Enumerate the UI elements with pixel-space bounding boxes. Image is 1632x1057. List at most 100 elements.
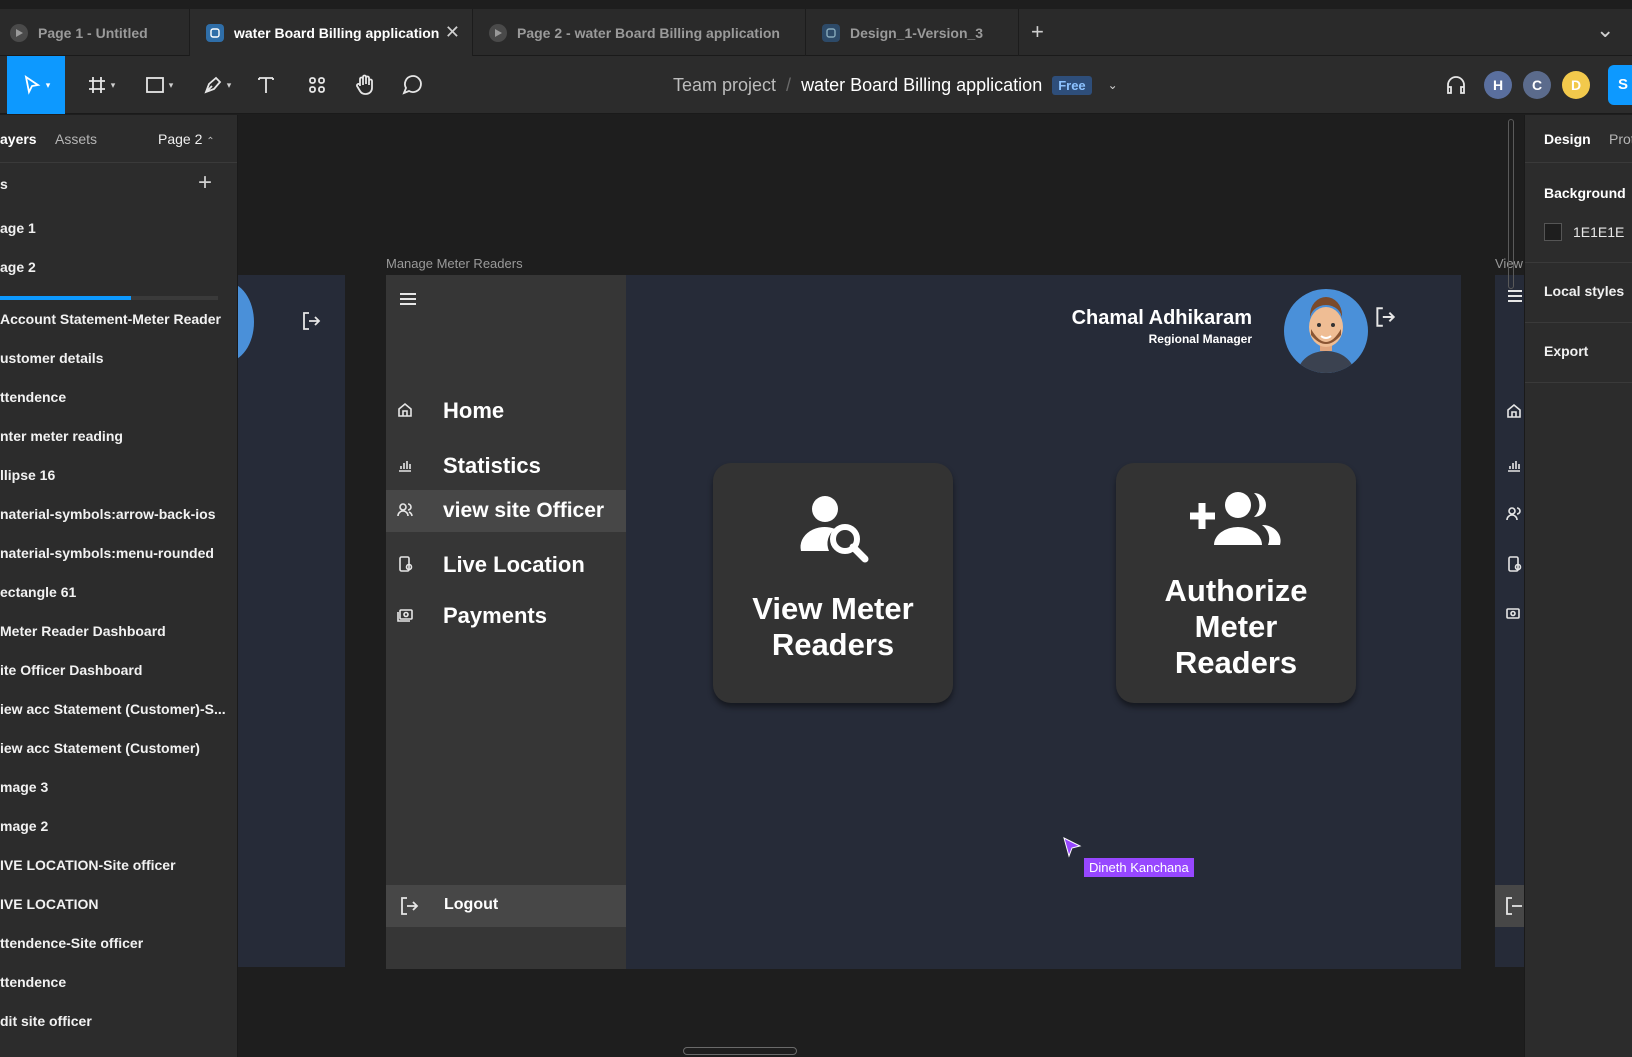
menu-hamburger-icon[interactable] — [398, 291, 418, 312]
nav-payments[interactable]: Payments — [386, 595, 626, 637]
chevron-down-icon[interactable]: ⌄ — [1108, 78, 1118, 92]
shape-tool-button[interactable]: ▾ — [138, 56, 180, 114]
play-icon — [10, 23, 28, 42]
tab-prototype[interactable]: Prot — [1609, 131, 1632, 147]
local-styles-section[interactable]: Local styles — [1525, 263, 1632, 323]
layer-item[interactable]: naterial-symbols:menu-rounded — [0, 545, 236, 561]
background-hex-input[interactable]: 1E1E1E — [1573, 224, 1624, 240]
nav-home[interactable]: Home — [386, 390, 626, 432]
card-title-line: Meter — [1194, 609, 1278, 644]
layer-item[interactable]: ustomer details — [0, 350, 236, 366]
vertical-scrollbar[interactable] — [1508, 119, 1514, 289]
share-button[interactable]: S — [1608, 65, 1632, 105]
tab-water-board-billing[interactable]: water Board Billing application ✕ — [190, 9, 473, 56]
layer-item[interactable]: IVE LOCATION-Site officer — [0, 857, 236, 873]
tab-layers[interactable]: ayers — [0, 131, 37, 147]
collaborator-avatar[interactable]: D — [1562, 71, 1590, 99]
layer-item[interactable]: IVE LOCATION — [0, 896, 236, 912]
frame-tool-button[interactable]: ▾ — [80, 56, 122, 114]
logout-icon[interactable] — [1373, 305, 1397, 334]
comment-bubble-icon — [402, 75, 422, 95]
comment-tool-button[interactable] — [398, 56, 426, 114]
horizontal-scrollbar[interactable] — [683, 1047, 797, 1055]
export-title: Export — [1544, 343, 1589, 359]
profile-role: Regional Manager — [1148, 332, 1252, 346]
breadcrumb-team[interactable]: Team project — [673, 75, 776, 96]
close-icon[interactable]: ✕ — [445, 22, 460, 43]
page-item[interactable]: age 1 — [0, 220, 36, 236]
layer-item[interactable]: ectangle 61 — [0, 584, 236, 600]
page-item[interactable]: age 2 — [0, 259, 36, 275]
properties-panel: Design Prot Background 1E1E1E Local styl… — [1524, 115, 1632, 1057]
background-swatch[interactable] — [1544, 223, 1562, 241]
main-toolbar: ▾ ▾ ▾ ▾ Team project / water Board Billi… — [0, 56, 1632, 114]
text-tool-button[interactable] — [252, 56, 280, 114]
layer-item[interactable]: ttendence-Site officer — [0, 935, 236, 951]
layer-item[interactable]: mage 3 — [0, 779, 236, 795]
logout-icon — [1506, 897, 1522, 915]
nav-statistics[interactable]: Statistics — [386, 445, 626, 487]
layer-item[interactable]: iew acc Statement (Customer) — [0, 740, 236, 756]
layer-item[interactable]: llipse 16 — [0, 467, 236, 483]
tab-page-1-untitled[interactable]: Page 1 - Untitled — [0, 9, 190, 56]
layer-item[interactable]: iew acc Statement (Customer)-S... — [0, 701, 236, 717]
add-page-plus-icon[interactable]: + — [198, 169, 212, 197]
bar-chart-icon — [396, 456, 416, 476]
nav-view-site-officer[interactable]: view site Officer — [386, 490, 626, 532]
tab-page-2-water-board[interactable]: Page 2 - water Board Billing application — [473, 9, 806, 56]
pen-tool-button[interactable]: ▾ — [196, 56, 238, 114]
nav-label: view site Officer — [443, 499, 605, 522]
view-meter-readers-card[interactable]: View Meter Readers — [713, 463, 953, 703]
collaborator-avatar[interactable]: C — [1523, 71, 1551, 99]
location-phone-icon — [1505, 555, 1523, 578]
layer-item[interactable]: Account Statement-Meter Reader — [0, 311, 236, 327]
frame-label[interactable]: Manage Meter Readers — [386, 256, 523, 271]
nav-live-location[interactable]: Live Location — [386, 544, 626, 586]
collaborator-cursor-icon — [1062, 836, 1084, 865]
file-name[interactable]: water Board Billing application — [801, 75, 1042, 96]
home-icon — [1505, 402, 1523, 425]
layer-item[interactable]: mage 2 — [0, 818, 236, 834]
background-section: Background 1E1E1E — [1525, 163, 1632, 263]
collaborator-avatar[interactable]: H — [1484, 71, 1512, 99]
nav-logout[interactable]: Logout — [386, 885, 626, 927]
tab-menu-chevron-icon[interactable]: ⌄ — [1596, 17, 1614, 43]
resources-tool-button[interactable] — [303, 56, 331, 114]
layer-item[interactable]: ite Officer Dashboard — [0, 662, 236, 678]
tab-design[interactable]: Design — [1544, 131, 1591, 147]
page-selector[interactable]: Page 2 ⌃ — [158, 131, 215, 147]
new-tab-button[interactable]: + — [1031, 19, 1044, 45]
move-tool-button[interactable]: ▾ — [7, 56, 65, 114]
headphones-icon — [1447, 76, 1465, 94]
audio-button[interactable] — [1442, 56, 1470, 114]
tab-design-1-version-3[interactable]: Design_1-Version_3 — [806, 9, 1019, 56]
card-title-line: Readers — [1174, 645, 1298, 680]
tab-assets[interactable]: Assets — [55, 131, 97, 147]
frame-grid-icon — [88, 77, 105, 93]
nav-label: Statistics — [443, 453, 541, 478]
pen-icon — [204, 76, 221, 94]
profile-name: Chamal Adhikaram — [1071, 307, 1252, 329]
export-section[interactable]: Export — [1525, 323, 1632, 383]
pages-divider-scroll[interactable] — [0, 296, 218, 300]
logout-icon — [300, 310, 322, 337]
layer-item[interactable]: dit site officer — [0, 1013, 236, 1029]
local-styles-title: Local styles — [1544, 283, 1625, 299]
design-canvas[interactable]: Manage Meter Readers View Home Statistic… — [238, 115, 1524, 1057]
hand-tool-button[interactable] — [351, 56, 379, 114]
layer-item[interactable]: ttendence — [0, 974, 236, 990]
layer-item[interactable]: naterial-symbols:arrow-back-ios — [0, 506, 236, 522]
frame-partial-right[interactable] — [1495, 275, 1524, 967]
manage-meter-readers-frame[interactable]: Home Statistics view site Officer Live L… — [386, 275, 1461, 969]
layer-item[interactable]: nter meter reading — [0, 428, 236, 444]
layer-item[interactable]: Meter Reader Dashboard — [0, 623, 236, 639]
group-add-icon — [1189, 489, 1282, 552]
background-title: Background — [1544, 185, 1626, 201]
rectangle-icon — [145, 77, 164, 93]
card-title-line: View Meter — [752, 591, 914, 626]
layer-item[interactable]: ttendence — [0, 389, 236, 405]
logout-label: Logout — [444, 896, 499, 913]
authorize-meter-readers-card[interactable]: Authorize Meter Readers — [1116, 463, 1356, 703]
frame-partial-left[interactable] — [238, 275, 345, 967]
tab-label: water Board Billing application — [234, 24, 440, 41]
